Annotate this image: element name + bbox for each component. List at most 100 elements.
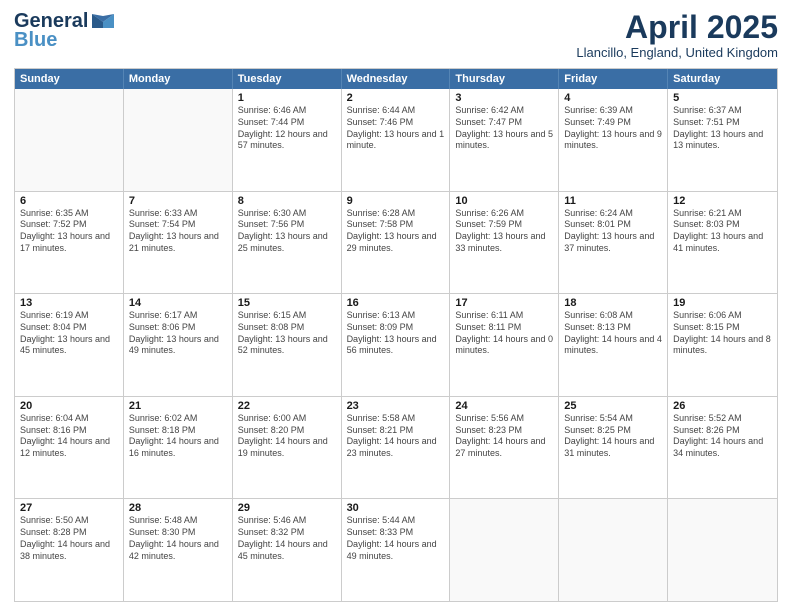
calendar-cell-1-0: 6Sunrise: 6:35 AM Sunset: 7:52 PM Daylig… (15, 192, 124, 294)
day-number: 16 (347, 297, 445, 309)
calendar-cell-2-1: 14Sunrise: 6:17 AM Sunset: 8:06 PM Dayli… (124, 294, 233, 396)
day-info: Sunrise: 6:46 AM Sunset: 7:44 PM Dayligh… (238, 105, 336, 152)
calendar-cell-0-6: 5Sunrise: 6:37 AM Sunset: 7:51 PM Daylig… (668, 89, 777, 191)
calendar-cell-1-6: 12Sunrise: 6:21 AM Sunset: 8:03 PM Dayli… (668, 192, 777, 294)
day-number: 17 (455, 297, 553, 309)
day-number: 1 (238, 92, 336, 104)
day-info: Sunrise: 6:33 AM Sunset: 7:54 PM Dayligh… (129, 208, 227, 255)
calendar-header: Sunday Monday Tuesday Wednesday Thursday… (15, 69, 777, 89)
calendar-body: 1Sunrise: 6:46 AM Sunset: 7:44 PM Daylig… (15, 89, 777, 601)
calendar-cell-4-4 (450, 499, 559, 601)
calendar-cell-2-5: 18Sunrise: 6:08 AM Sunset: 8:13 PM Dayli… (559, 294, 668, 396)
day-number: 7 (129, 195, 227, 207)
day-number: 2 (347, 92, 445, 104)
day-number: 15 (238, 297, 336, 309)
calendar-cell-1-1: 7Sunrise: 6:33 AM Sunset: 7:54 PM Daylig… (124, 192, 233, 294)
day-number: 8 (238, 195, 336, 207)
calendar-cell-0-5: 4Sunrise: 6:39 AM Sunset: 7:49 PM Daylig… (559, 89, 668, 191)
day-info: Sunrise: 6:04 AM Sunset: 8:16 PM Dayligh… (20, 413, 118, 460)
calendar-row-4: 20Sunrise: 6:04 AM Sunset: 8:16 PM Dayli… (15, 396, 777, 499)
day-info: Sunrise: 5:48 AM Sunset: 8:30 PM Dayligh… (129, 515, 227, 562)
day-number: 27 (20, 502, 118, 514)
day-info: Sunrise: 5:58 AM Sunset: 8:21 PM Dayligh… (347, 413, 445, 460)
day-info: Sunrise: 6:00 AM Sunset: 8:20 PM Dayligh… (238, 413, 336, 460)
calendar-cell-0-0 (15, 89, 124, 191)
day-number: 25 (564, 400, 662, 412)
calendar-cell-2-6: 19Sunrise: 6:06 AM Sunset: 8:15 PM Dayli… (668, 294, 777, 396)
day-number: 9 (347, 195, 445, 207)
calendar-cell-1-2: 8Sunrise: 6:30 AM Sunset: 7:56 PM Daylig… (233, 192, 342, 294)
logo-bird-icon (92, 14, 114, 30)
day-number: 29 (238, 502, 336, 514)
calendar-cell-3-1: 21Sunrise: 6:02 AM Sunset: 8:18 PM Dayli… (124, 397, 233, 499)
calendar-cell-4-6 (668, 499, 777, 601)
day-info: Sunrise: 5:46 AM Sunset: 8:32 PM Dayligh… (238, 515, 336, 562)
calendar-cell-3-0: 20Sunrise: 6:04 AM Sunset: 8:16 PM Dayli… (15, 397, 124, 499)
day-info: Sunrise: 6:35 AM Sunset: 7:52 PM Dayligh… (20, 208, 118, 255)
header-friday: Friday (559, 69, 668, 89)
calendar-cell-0-3: 2Sunrise: 6:44 AM Sunset: 7:46 PM Daylig… (342, 89, 451, 191)
day-info: Sunrise: 6:30 AM Sunset: 7:56 PM Dayligh… (238, 208, 336, 255)
calendar-cell-4-0: 27Sunrise: 5:50 AM Sunset: 8:28 PM Dayli… (15, 499, 124, 601)
calendar-cell-4-2: 29Sunrise: 5:46 AM Sunset: 8:32 PM Dayli… (233, 499, 342, 601)
title-section: April 2025 Llancillo, England, United Ki… (576, 10, 778, 60)
day-number: 14 (129, 297, 227, 309)
header-wednesday: Wednesday (342, 69, 451, 89)
day-info: Sunrise: 6:24 AM Sunset: 8:01 PM Dayligh… (564, 208, 662, 255)
day-number: 4 (564, 92, 662, 104)
header-monday: Monday (124, 69, 233, 89)
day-number: 12 (673, 195, 772, 207)
calendar-cell-3-2: 22Sunrise: 6:00 AM Sunset: 8:20 PM Dayli… (233, 397, 342, 499)
day-info: Sunrise: 6:44 AM Sunset: 7:46 PM Dayligh… (347, 105, 445, 152)
calendar-cell-0-1 (124, 89, 233, 191)
calendar-cell-3-4: 24Sunrise: 5:56 AM Sunset: 8:23 PM Dayli… (450, 397, 559, 499)
day-info: Sunrise: 5:54 AM Sunset: 8:25 PM Dayligh… (564, 413, 662, 460)
day-number: 19 (673, 297, 772, 309)
day-info: Sunrise: 5:52 AM Sunset: 8:26 PM Dayligh… (673, 413, 772, 460)
logo: General Blue (14, 10, 114, 52)
day-number: 11 (564, 195, 662, 207)
day-number: 5 (673, 92, 772, 104)
day-info: Sunrise: 6:08 AM Sunset: 8:13 PM Dayligh… (564, 310, 662, 357)
calendar-cell-1-3: 9Sunrise: 6:28 AM Sunset: 7:58 PM Daylig… (342, 192, 451, 294)
day-info: Sunrise: 6:19 AM Sunset: 8:04 PM Dayligh… (20, 310, 118, 357)
day-info: Sunrise: 6:37 AM Sunset: 7:51 PM Dayligh… (673, 105, 772, 152)
header-thursday: Thursday (450, 69, 559, 89)
day-info: Sunrise: 6:15 AM Sunset: 8:08 PM Dayligh… (238, 310, 336, 357)
calendar-cell-1-4: 10Sunrise: 6:26 AM Sunset: 7:59 PM Dayli… (450, 192, 559, 294)
header-sunday: Sunday (15, 69, 124, 89)
header-saturday: Saturday (668, 69, 777, 89)
day-info: Sunrise: 6:26 AM Sunset: 7:59 PM Dayligh… (455, 208, 553, 255)
calendar-cell-4-1: 28Sunrise: 5:48 AM Sunset: 8:30 PM Dayli… (124, 499, 233, 601)
calendar-row-2: 6Sunrise: 6:35 AM Sunset: 7:52 PM Daylig… (15, 191, 777, 294)
day-info: Sunrise: 5:56 AM Sunset: 8:23 PM Dayligh… (455, 413, 553, 460)
calendar-cell-3-3: 23Sunrise: 5:58 AM Sunset: 8:21 PM Dayli… (342, 397, 451, 499)
calendar-cell-0-4: 3Sunrise: 6:42 AM Sunset: 7:47 PM Daylig… (450, 89, 559, 191)
day-info: Sunrise: 6:02 AM Sunset: 8:18 PM Dayligh… (129, 413, 227, 460)
day-number: 26 (673, 400, 772, 412)
day-info: Sunrise: 6:11 AM Sunset: 8:11 PM Dayligh… (455, 310, 553, 357)
day-info: Sunrise: 6:17 AM Sunset: 8:06 PM Dayligh… (129, 310, 227, 357)
day-number: 6 (20, 195, 118, 207)
calendar-cell-4-3: 30Sunrise: 5:44 AM Sunset: 8:33 PM Dayli… (342, 499, 451, 601)
day-info: Sunrise: 6:39 AM Sunset: 7:49 PM Dayligh… (564, 105, 662, 152)
calendar-cell-3-5: 25Sunrise: 5:54 AM Sunset: 8:25 PM Dayli… (559, 397, 668, 499)
header-tuesday: Tuesday (233, 69, 342, 89)
day-info: Sunrise: 6:28 AM Sunset: 7:58 PM Dayligh… (347, 208, 445, 255)
calendar-cell-3-6: 26Sunrise: 5:52 AM Sunset: 8:26 PM Dayli… (668, 397, 777, 499)
day-info: Sunrise: 6:13 AM Sunset: 8:09 PM Dayligh… (347, 310, 445, 357)
calendar-cell-2-3: 16Sunrise: 6:13 AM Sunset: 8:09 PM Dayli… (342, 294, 451, 396)
day-number: 23 (347, 400, 445, 412)
day-number: 18 (564, 297, 662, 309)
page: General Blue April 2025 Llancillo, Engla… (0, 0, 792, 612)
day-number: 22 (238, 400, 336, 412)
day-info: Sunrise: 5:44 AM Sunset: 8:33 PM Dayligh… (347, 515, 445, 562)
day-info: Sunrise: 6:06 AM Sunset: 8:15 PM Dayligh… (673, 310, 772, 357)
logo-blue-text: Blue (14, 29, 57, 52)
day-number: 30 (347, 502, 445, 514)
day-info: Sunrise: 5:50 AM Sunset: 8:28 PM Dayligh… (20, 515, 118, 562)
calendar-cell-2-2: 15Sunrise: 6:15 AM Sunset: 8:08 PM Dayli… (233, 294, 342, 396)
header: General Blue April 2025 Llancillo, Engla… (14, 10, 778, 60)
calendar-cell-1-5: 11Sunrise: 6:24 AM Sunset: 8:01 PM Dayli… (559, 192, 668, 294)
day-info: Sunrise: 6:21 AM Sunset: 8:03 PM Dayligh… (673, 208, 772, 255)
